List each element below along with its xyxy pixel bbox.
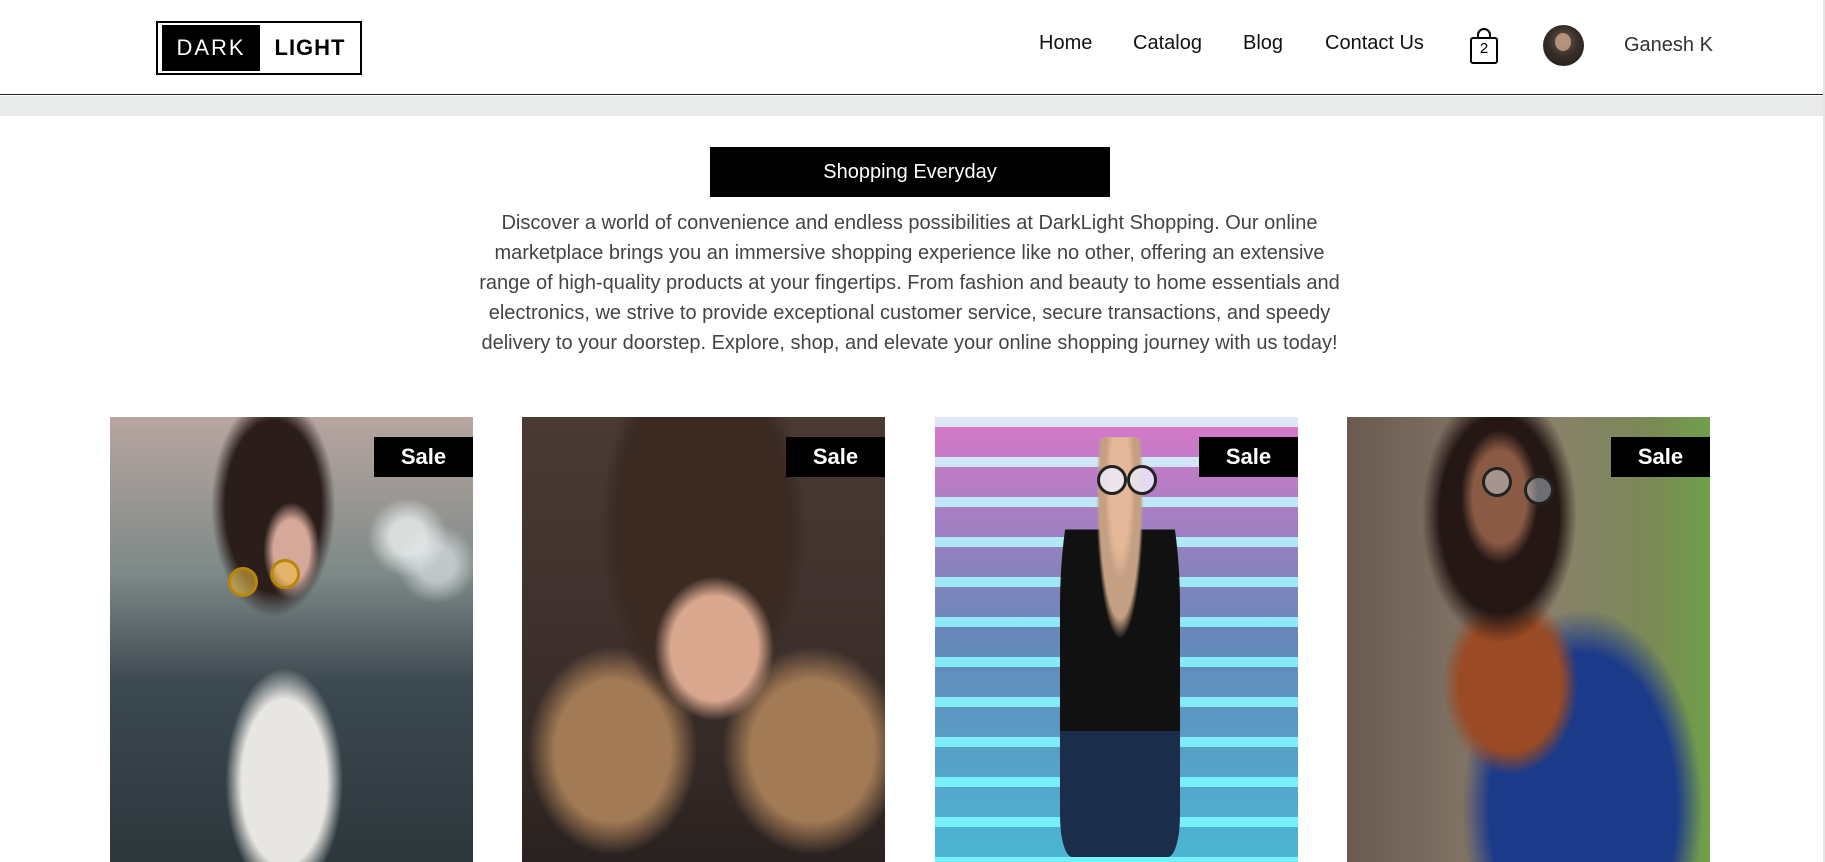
- nav-catalog[interactable]: Catalog: [1133, 32, 1202, 55]
- sale-badge: Sale: [786, 437, 885, 477]
- cart-button[interactable]: 2: [1467, 27, 1501, 65]
- sunglasses-detail: [1127, 465, 1157, 495]
- avatar[interactable]: [1543, 25, 1584, 66]
- hero-description: Discover a world of convenience and endl…: [479, 212, 1340, 354]
- sunglasses-detail: [228, 567, 258, 597]
- logo-dark-text: DARK: [162, 25, 260, 71]
- logo-light-text: LIGHT: [274, 35, 346, 60]
- nav-home[interactable]: Home: [1039, 32, 1092, 55]
- user-name[interactable]: Ganesh K: [1624, 34, 1713, 57]
- nav-contact-us[interactable]: Contact Us: [1325, 32, 1424, 55]
- site-header: DARK LIGHT Home Catalog Blog Contact Us …: [0, 0, 1825, 95]
- product-card[interactable]: Sale: [522, 417, 885, 862]
- sunglasses-detail: [270, 559, 300, 589]
- product-model-figure: [1060, 437, 1180, 857]
- hero-banner: Shopping Everyday: [710, 147, 1110, 197]
- sunglasses-detail: [1097, 465, 1127, 495]
- sale-badge: Sale: [1611, 437, 1710, 477]
- header-divider-band: [0, 96, 1825, 116]
- logo[interactable]: DARK LIGHT: [156, 21, 362, 75]
- product-card[interactable]: Sale: [935, 417, 1298, 862]
- cart-count: 2: [1479, 40, 1489, 57]
- nav-blog[interactable]: Blog: [1243, 32, 1283, 55]
- product-card[interactable]: Sale: [1347, 417, 1710, 862]
- product-card[interactable]: Sale: [110, 417, 473, 862]
- sale-badge: Sale: [374, 437, 473, 477]
- sale-badge: Sale: [1199, 437, 1298, 477]
- sunglasses-detail: [1524, 475, 1554, 505]
- sunglasses-detail: [1482, 467, 1512, 497]
